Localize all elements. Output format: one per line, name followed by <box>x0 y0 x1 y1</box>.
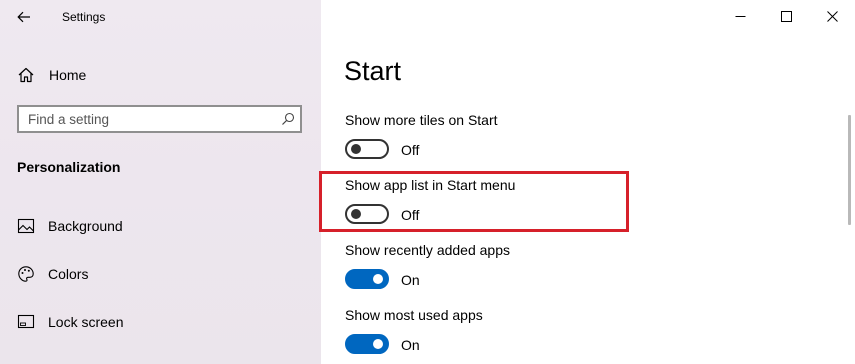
app-title: Settings <box>62 10 106 24</box>
home-icon <box>18 67 34 83</box>
maximize-button[interactable] <box>763 0 809 32</box>
picture-icon <box>17 218 35 234</box>
setting-label-most-used: Show most used apps <box>345 307 483 323</box>
sidebar: Settings Home Personalization Background… <box>0 0 321 364</box>
toggle-most-used[interactable] <box>345 334 389 354</box>
minimize-button[interactable] <box>717 0 763 32</box>
sidebar-item-label: Background <box>48 218 123 234</box>
maximize-icon <box>780 10 792 22</box>
setting-label-more-tiles: Show more tiles on Start <box>345 112 498 128</box>
toggle-knob <box>373 274 383 284</box>
toggle-state-most-used: On <box>401 337 420 353</box>
toggle-recently-added[interactable] <box>345 269 389 289</box>
toggle-state-more-tiles: Off <box>401 142 420 158</box>
search-icon[interactable] <box>281 112 295 126</box>
lock-screen-icon <box>17 314 35 329</box>
toggle-state-recently-added: On <box>401 272 420 288</box>
toggle-knob <box>351 144 361 154</box>
back-arrow-icon <box>17 11 30 23</box>
setting-label-recently-added: Show recently added apps <box>345 242 510 258</box>
toggle-knob <box>373 339 383 349</box>
nav-home-label: Home <box>49 67 87 83</box>
close-button[interactable] <box>809 0 855 32</box>
search-input[interactable] <box>19 107 283 131</box>
back-button[interactable] <box>8 3 40 31</box>
section-heading-personalization: Personalization <box>17 159 121 175</box>
sidebar-item-label: Lock screen <box>48 314 124 330</box>
highlight-box <box>319 171 629 232</box>
sidebar-item-background[interactable]: Background <box>0 209 321 243</box>
sidebar-item-label: Colors <box>48 266 89 282</box>
scrollbar[interactable] <box>848 115 851 225</box>
sidebar-item-lock-screen[interactable]: Lock screen <box>0 305 321 339</box>
sidebar-item-colors[interactable]: Colors <box>0 257 321 291</box>
minimize-icon <box>735 15 745 17</box>
close-icon <box>826 10 838 22</box>
palette-icon <box>18 266 34 282</box>
nav-home[interactable]: Home <box>0 58 321 92</box>
search-box[interactable] <box>17 105 302 133</box>
toggle-more-tiles[interactable] <box>345 139 389 159</box>
page-title: Start <box>344 56 402 86</box>
